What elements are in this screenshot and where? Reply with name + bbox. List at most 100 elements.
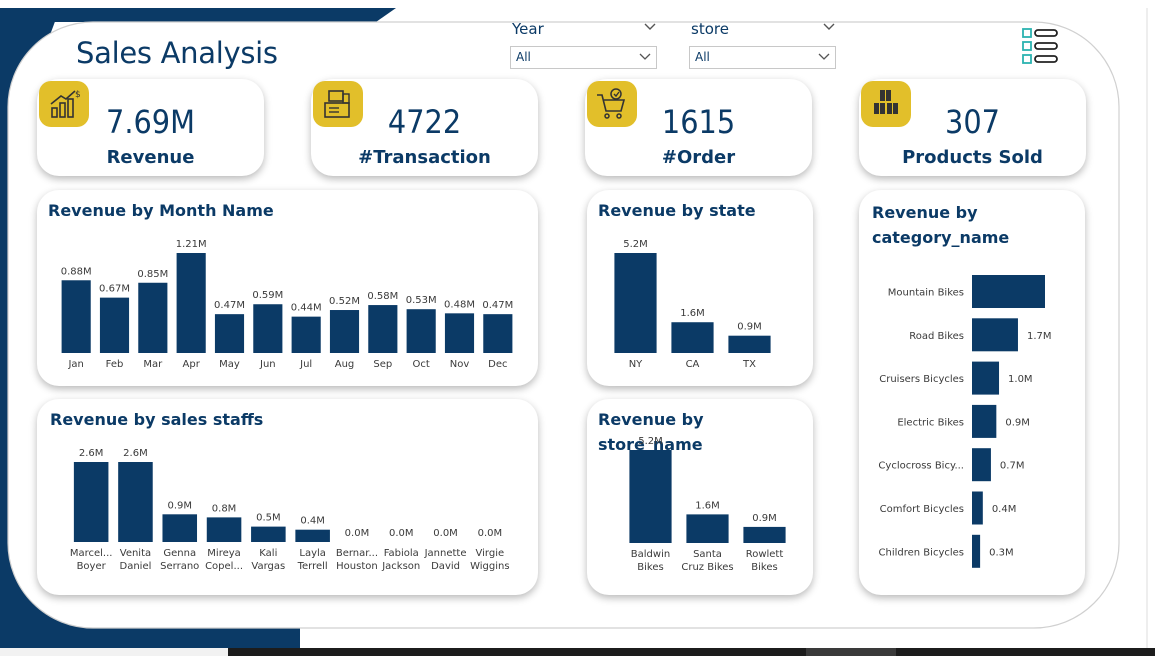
category-bar: [972, 404, 997, 438]
store-bar: [743, 526, 786, 543]
month-bar: [214, 314, 245, 353]
store-slicer[interactable]: store All: [689, 20, 836, 70]
month-tick-label: Feb: [106, 359, 124, 370]
month-bar: [329, 310, 360, 353]
staff-tick-label: Houston: [336, 561, 378, 572]
month-bar: [138, 282, 168, 353]
state-tick-label: NY: [629, 359, 643, 370]
staff-tick-label: Terrell: [297, 561, 328, 572]
store-dropdown[interactable]: All: [689, 46, 836, 69]
chart-card-staff: Revenue by sales staffs 2.6M Marcel... Boy…: [37, 399, 538, 595]
month-tick-label: Sep: [373, 359, 392, 370]
category-data-label: 0.4M: [992, 504, 1017, 515]
state-tick-label: CA: [686, 359, 700, 370]
month-bar: [368, 305, 398, 353]
staff-data-label: 0.9M: [167, 500, 192, 511]
revenue-label: Revenue: [106, 147, 195, 168]
state-data-label: 0.9M: [737, 322, 762, 333]
store-bar: [629, 450, 672, 543]
staff-data-label: 0.0M: [433, 528, 458, 539]
year-slicer[interactable]: Year All: [510, 20, 657, 70]
month-tick-label: Aug: [335, 359, 355, 370]
staff-tick-label: Copel...: [205, 561, 243, 572]
store-bar: [686, 514, 729, 543]
month-data-label: 0.53M: [406, 295, 437, 306]
transaction-label: #Transaction: [358, 147, 491, 168]
chart-store: 5.2M Baldwin Bikes 1.6M Santa Cruz Bikes 0.9M R…: [629, 436, 786, 573]
staff-tick-label: Serrano: [160, 561, 199, 572]
category-bar: [972, 275, 1045, 308]
products-sold-label: Products Sold: [902, 147, 1043, 168]
month-tick-label: Mar: [143, 359, 163, 370]
kpi-card-order: 1615 #Order: [585, 79, 812, 176]
month-data-label: 1.21M: [176, 239, 207, 250]
staff-tick-label: Marcel...: [70, 548, 113, 559]
month-bar: [99, 297, 130, 353]
revenue-value: 7.69M: [106, 103, 195, 141]
category-data-label: 0.3M: [989, 547, 1014, 558]
category-tick-label: Mountain Bikes: [888, 288, 964, 299]
staff-tick-label: Virgie: [476, 548, 505, 559]
category-bar: [972, 534, 981, 568]
staff-bar: [251, 526, 286, 542]
category-tick-label: Cruisers Bicycles: [879, 374, 964, 385]
staff-tick-label: Kali: [259, 548, 277, 559]
products-sold-value: 307: [945, 103, 1000, 141]
store-tick-label: Bikes: [637, 562, 663, 573]
kpi-card-transaction: 4722 #Transaction: [311, 79, 538, 176]
month-data-label: 0.67M: [99, 284, 130, 295]
store-tick-label: Santa: [693, 549, 722, 560]
staff-bar: [162, 514, 198, 542]
month-tick-label: Jun: [259, 359, 276, 370]
staff-bar: [118, 462, 153, 542]
staff-bar: [73, 462, 109, 542]
category-bar: [972, 448, 991, 482]
staff-tick-label: Vargas: [251, 561, 285, 572]
staff-tick-label: Bernar...: [336, 548, 378, 559]
month-data-label: 0.47M: [482, 300, 513, 311]
month-bar: [61, 280, 91, 353]
staff-tick-label: Genna: [163, 548, 196, 559]
month-bar: [444, 313, 475, 353]
staff-tick-label: Fabiola: [384, 548, 419, 559]
month-tick-label: Dec: [488, 359, 507, 370]
order-label: #Order: [661, 147, 736, 168]
month-tick-label: Oct: [413, 359, 430, 370]
page-title: Sales Analysis: [76, 36, 278, 70]
staff-data-label: 0.0M: [389, 528, 414, 539]
year-dropdown[interactable]: All: [510, 46, 657, 69]
category-tick-label: Electric Bikes: [897, 417, 964, 428]
chart-state: 5.2M NY 1.6M CA 0.9M TX: [614, 239, 771, 370]
month-tick-label: Nov: [450, 359, 470, 370]
category-tick-label: Road Bikes: [909, 331, 964, 342]
category-data-label: 0.7M: [1000, 461, 1025, 472]
category-data-label: 0.9M: [1005, 417, 1030, 428]
chart-card-state: Revenue by state 5.2M NY 1.6M CA 0.9M TX: [587, 190, 813, 386]
chart-card-store: Revenue by store_name 5.2M Baldwin Bikes 1.…: [587, 399, 813, 595]
transaction-value: 4722: [387, 103, 462, 141]
month-tick-label: May: [219, 359, 240, 370]
month-data-label: 0.48M: [444, 299, 475, 310]
chart-card-category: Revenue by category_name Mountain Bikes R…: [859, 190, 1085, 595]
month-data-label: 0.44M: [291, 303, 322, 314]
svg-text:$: $: [75, 90, 81, 100]
category-tick-label: Cyclocross Bicy...: [878, 461, 964, 472]
store-data-label: 5.2M: [638, 436, 663, 447]
state-data-label: 5.2M: [623, 239, 648, 250]
staff-tick-label: David: [431, 561, 460, 572]
month-data-label: 0.58M: [367, 291, 398, 302]
month-data-label: 0.88M: [61, 266, 92, 277]
scrollbar-thumb[interactable]: [806, 648, 896, 656]
chevron-down-icon[interactable]: [822, 20, 836, 34]
staff-data-label: 2.6M: [79, 448, 104, 459]
chevron-down-icon[interactable]: [643, 20, 657, 34]
menu-list-icon[interactable]: [1020, 27, 1060, 67]
store-tick-label: Rowlett: [746, 549, 784, 560]
staff-tick-label: Boyer: [77, 561, 107, 572]
horizontal-scrollbar[interactable]: [0, 648, 1155, 656]
chart-category: Mountain Bikes Road Bikes 1.7M Cruisers Bic…: [878, 275, 1051, 568]
store-data-label: 1.6M: [695, 500, 720, 511]
staff-tick-label: Layla: [299, 548, 326, 559]
month-tick-label: Apr: [183, 359, 201, 370]
month-data-label: 0.52M: [329, 296, 360, 307]
